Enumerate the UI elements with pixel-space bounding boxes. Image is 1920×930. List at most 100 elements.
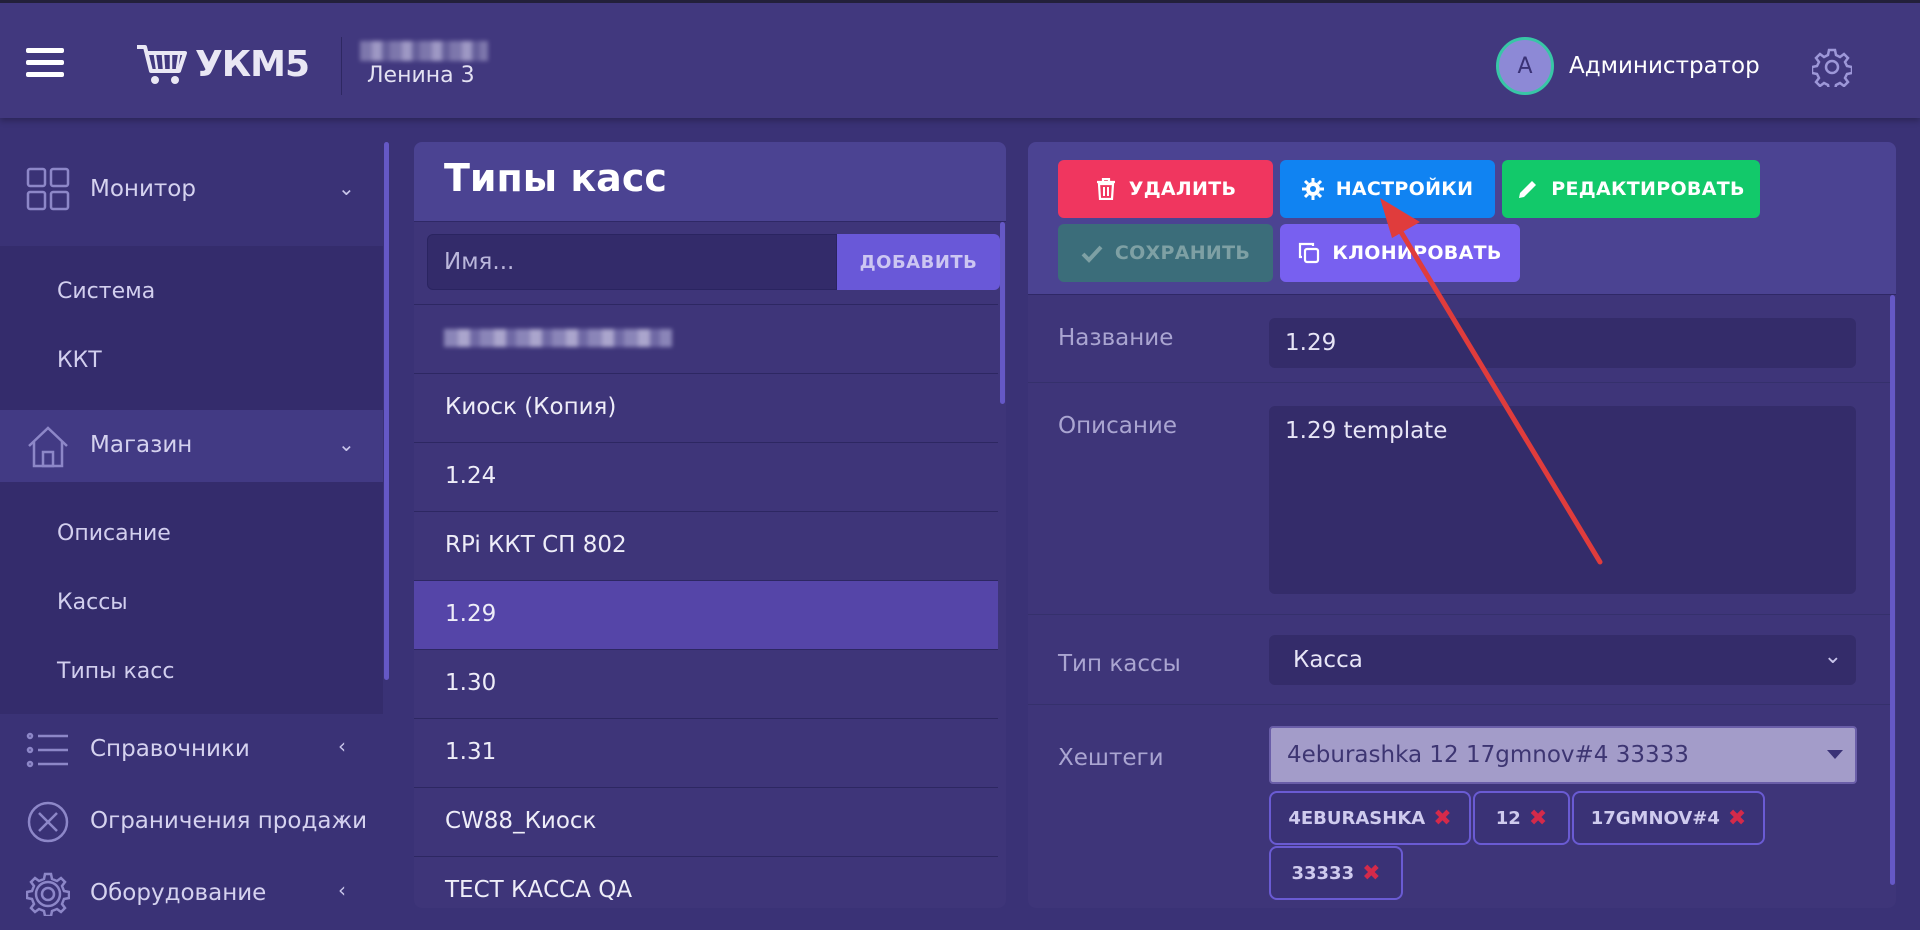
- store-title-blurred: [360, 41, 488, 61]
- sidebar-section-monitor[interactable]: Монитор ⌄: [0, 154, 383, 224]
- save-label: СОХРАНИТЬ: [1114, 242, 1251, 264]
- add-button[interactable]: ДОБАВИТЬ: [837, 234, 1000, 290]
- hashtag-chip[interactable]: 12 ✖: [1473, 791, 1570, 845]
- list-item[interactable]: [414, 304, 998, 373]
- list-item[interactable]: CW88_Киоск: [414, 787, 998, 856]
- hashtag-label: 4EBURASHKA: [1288, 807, 1426, 829]
- sidebar-submenu-shop: Описание Кассы Типы касс: [0, 482, 383, 714]
- hashtag-chip[interactable]: 17GMNOV#4 ✖: [1572, 791, 1765, 845]
- name-row: Название 1.29: [1028, 295, 1890, 382]
- sidebar-label-monitor: Монитор: [90, 176, 196, 202]
- sidebar: Монитор ⌄ Система ККТ Магазин ⌄ Описание…: [0, 142, 383, 930]
- chevron-down-icon: ⌄: [1823, 644, 1842, 669]
- list-icon: [26, 732, 68, 768]
- list-item-active[interactable]: 1.29: [414, 580, 998, 649]
- list-item-label: 1.29: [445, 601, 497, 627]
- sidebar-item-kkt[interactable]: ККТ: [57, 348, 102, 373]
- list-item-label: ТЕСТ КАССА QA: [445, 877, 633, 903]
- type-row: Тип кассы Касса ⌄: [1028, 614, 1890, 704]
- list-item-label: 1.31: [445, 739, 497, 765]
- type-select-value: Касса: [1293, 647, 1363, 673]
- clone-button[interactable]: КЛОНИРОВАТЬ: [1280, 224, 1520, 282]
- delete-label: УДАЛИТЬ: [1128, 178, 1237, 200]
- settings-gear-icon[interactable]: [1812, 47, 1852, 87]
- list-item[interactable]: ТЕСТ КАССА QA: [414, 856, 998, 908]
- clone-label: КЛОНИРОВАТЬ: [1332, 242, 1502, 264]
- edit-label: РЕДАКТИРОВАТЬ: [1551, 178, 1745, 200]
- chevron-left-icon: ‹: [338, 806, 346, 830]
- sidebar-item-cashboxes[interactable]: Кассы: [57, 590, 128, 615]
- hashtag-chip[interactable]: 33333 ✖: [1269, 846, 1403, 900]
- sidebar-section-directories[interactable]: Справочники ‹: [0, 714, 383, 786]
- description-field[interactable]: 1.29 template: [1269, 406, 1856, 594]
- house-icon: [28, 426, 68, 468]
- list-item[interactable]: 1.30: [414, 649, 998, 718]
- cart-icon: [137, 45, 187, 84]
- edit-button[interactable]: РЕДАКТИРОВАТЬ: [1502, 160, 1760, 218]
- caret-down-icon: [1827, 750, 1843, 759]
- user-avatar[interactable]: A: [1496, 37, 1554, 95]
- hamburger-menu-icon[interactable]: [26, 48, 64, 78]
- name-label: Название: [1058, 325, 1174, 351]
- pencil-icon: [1519, 181, 1537, 198]
- sidebar-label-directories: Справочники: [90, 736, 250, 762]
- list-panel-header: Типы касс: [414, 142, 1006, 222]
- app-name: УКМ5: [195, 43, 310, 85]
- sidebar-label-sale-restrictions: Ограничения продажи: [90, 808, 368, 834]
- description-label: Описание: [1058, 413, 1177, 439]
- hashtags-select[interactable]: 4eburashka 12 17gmnov#4 33333: [1269, 726, 1857, 784]
- sidebar-label-shop: Магазин: [90, 432, 193, 458]
- remove-tag-icon[interactable]: ✖: [1433, 806, 1451, 831]
- hashtag-chip[interactable]: 4EBURASHKA ✖: [1269, 791, 1471, 845]
- list-item[interactable]: Киоск (Копия): [414, 373, 998, 442]
- trash-icon: [1096, 178, 1115, 200]
- forbidden-icon: [27, 801, 69, 843]
- settings-button[interactable]: НАСТРОЙКИ: [1280, 160, 1495, 218]
- grid-icon: [26, 167, 70, 211]
- page-title: Типы касс: [444, 156, 667, 200]
- remove-tag-icon[interactable]: ✖: [1529, 806, 1547, 831]
- description-row: Описание 1.29 template: [1028, 382, 1890, 614]
- cashbox-types-list-panel: Типы касс ДОБАВИТЬ Киоск (Копия) 1.24 RP…: [414, 142, 1006, 908]
- header-divider: [341, 37, 342, 95]
- remove-tag-icon[interactable]: ✖: [1728, 806, 1746, 831]
- remove-tag-icon[interactable]: ✖: [1362, 861, 1380, 886]
- add-type-form: ДОБАВИТЬ: [427, 234, 1000, 290]
- chevron-down-icon: ⌄: [338, 432, 355, 456]
- list-item-label: 1.24: [445, 463, 497, 489]
- list-item[interactable]: 1.31: [414, 718, 998, 787]
- sidebar-section-shop[interactable]: Магазин ⌄: [0, 410, 383, 482]
- sidebar-label-equipment: Оборудование: [90, 880, 267, 906]
- name-field[interactable]: 1.29: [1269, 318, 1856, 368]
- store-name[interactable]: Ленина 3: [367, 63, 475, 88]
- list-scrollbar[interactable]: [1000, 222, 1005, 404]
- sidebar-item-cashbox-types[interactable]: Типы касс: [57, 659, 174, 684]
- hashtags-label: Хештеги: [1058, 745, 1164, 771]
- list-item[interactable]: RPi ККТ СП 802: [414, 511, 998, 580]
- copy-icon: [1299, 242, 1320, 264]
- delete-button[interactable]: УДАЛИТЬ: [1058, 160, 1273, 218]
- sidebar-section-sale-restrictions[interactable]: Ограничения продажи ‹: [0, 786, 383, 858]
- user-name[interactable]: Администратор: [1569, 53, 1760, 79]
- list-item[interactable]: 1.24: [414, 442, 998, 511]
- sidebar-item-description[interactable]: Описание: [57, 521, 171, 546]
- type-label: Тип кассы: [1058, 651, 1181, 677]
- check-icon: [1081, 245, 1103, 263]
- save-button[interactable]: СОХРАНИТЬ: [1058, 224, 1273, 282]
- detail-toolbar: УДАЛИТЬ НАСТРОЙКИ РЕДАКТИРОВАТЬ СОХРАНИТ…: [1028, 142, 1896, 295]
- settings-label: НАСТРОЙКИ: [1335, 178, 1474, 200]
- sidebar-item-system[interactable]: Система: [57, 279, 155, 304]
- hashtag-label: 33333: [1291, 862, 1355, 884]
- detail-scrollbar[interactable]: [1890, 295, 1895, 885]
- name-input[interactable]: [427, 234, 837, 290]
- hashtag-label: 17GMNOV#4: [1590, 807, 1720, 829]
- app-logo[interactable]: УКМ5: [135, 41, 310, 87]
- sidebar-scrollbar[interactable]: [384, 142, 389, 680]
- list-item-label: CW88_Киоск: [445, 808, 597, 834]
- type-select[interactable]: Касса ⌄: [1269, 635, 1856, 685]
- cog-icon: [1301, 178, 1324, 200]
- list-item-label: Киоск (Копия): [445, 394, 617, 420]
- chevron-down-icon: ⌄: [338, 176, 355, 200]
- list-item-label: RPi ККТ СП 802: [445, 532, 627, 558]
- sidebar-section-equipment[interactable]: Оборудование ‹: [0, 858, 383, 930]
